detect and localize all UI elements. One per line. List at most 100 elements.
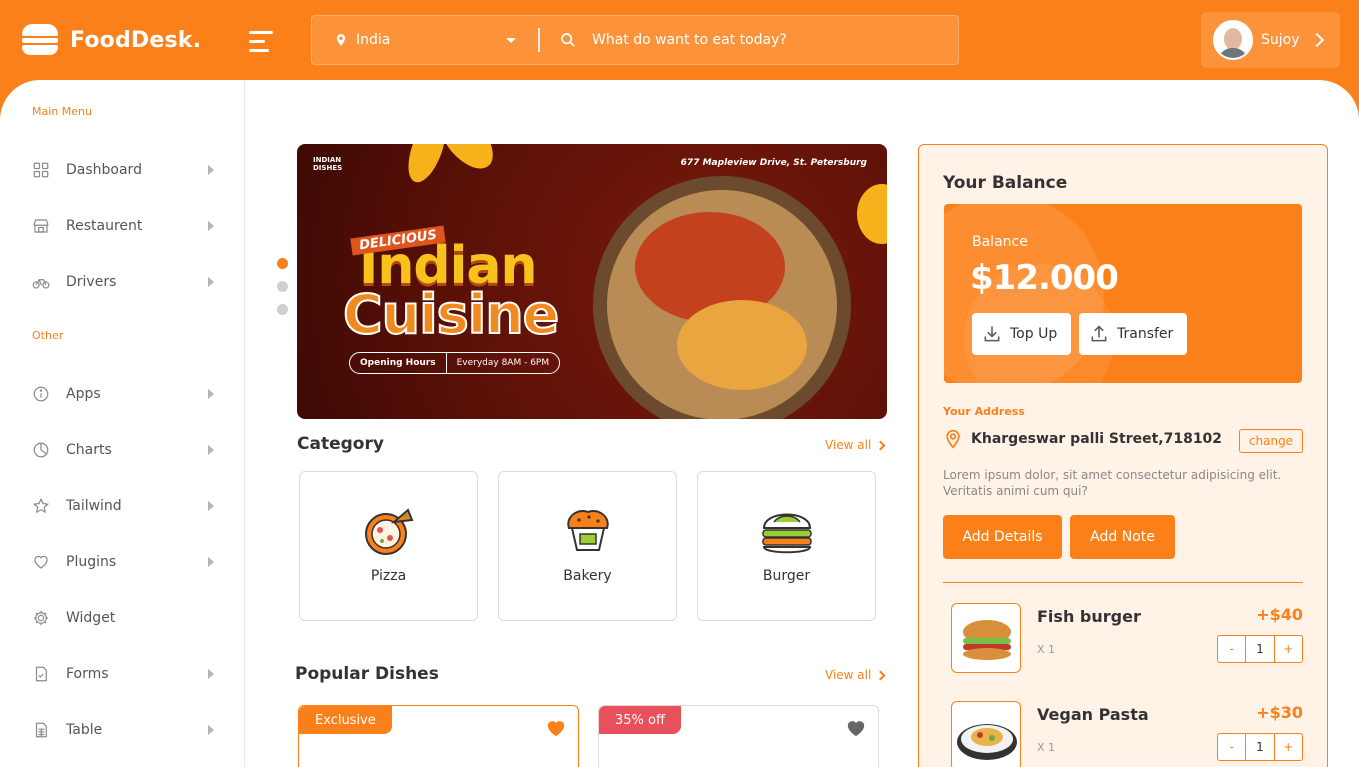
popular-view-all-link[interactable]: View all [825, 668, 886, 682]
sidebar-item-label: Dashboard [66, 162, 142, 178]
location-pin-icon [336, 34, 346, 46]
caret-right-icon [208, 669, 214, 679]
caret-right-icon [208, 389, 214, 399]
sidebar-item-apps[interactable]: Apps [32, 379, 222, 409]
balance-card: Balance $12.000 Top Up Transfer [944, 204, 1302, 383]
banner-hours: Opening Hours Everyday 8AM - 6PM [349, 352, 561, 374]
sidebar-item-label: Forms [66, 666, 109, 682]
category-card-burger[interactable]: Burger [697, 471, 876, 621]
brand-logo[interactable]: FoodDesk. [22, 24, 201, 56]
top-header: FoodDesk. India Sujoy [0, 0, 1359, 84]
order-item: Vegan Pasta X 1 +$30 - 1 + [951, 701, 1303, 767]
quantity-value[interactable]: 1 [1245, 734, 1275, 760]
store-icon [33, 219, 49, 233]
sidebar-item-tailwind[interactable]: Tailwind [32, 491, 222, 521]
avatar [1213, 20, 1253, 60]
order-price: +$40 [1256, 605, 1303, 624]
user-name: Sujoy [1261, 32, 1300, 48]
category-card-pizza[interactable]: Pizza [299, 471, 478, 621]
sun-decoration [857, 184, 887, 244]
category-view-all-link[interactable]: View all [825, 438, 886, 452]
balance-panel: Your Balance Balance $12.000 Top Up Tran… [918, 144, 1328, 767]
carousel-dot[interactable] [277, 281, 288, 292]
heart-filled-icon[interactable] [546, 719, 566, 737]
category-name: Bakery [563, 568, 612, 584]
category-card-bakery[interactable]: Bakery [498, 471, 677, 621]
gear-icon [33, 610, 49, 626]
search-input[interactable] [592, 32, 932, 48]
top-up-button[interactable]: Top Up [972, 313, 1072, 355]
exclusive-badge: Exclusive [299, 706, 392, 734]
banner-brand: INDIAN DISHES [313, 156, 342, 172]
dish-card[interactable]: Exclusive [298, 705, 579, 767]
sidebar-item-dashboard[interactable]: Dashboard [32, 155, 222, 185]
sidebar-item-forms[interactable]: Forms [32, 659, 222, 689]
sidebar-item-restaurent[interactable]: Restaurent [32, 211, 222, 241]
quantity-stepper: - 1 + [1217, 733, 1303, 761]
grid-icon [33, 162, 49, 178]
caret-right-icon [208, 725, 214, 735]
sidebar-item-label: Apps [66, 386, 101, 402]
hours-value: Everyday 8AM - 6PM [456, 358, 550, 368]
view-all-label: View all [825, 668, 872, 682]
brand-name: FoodDesk. [70, 27, 202, 53]
fish-burger-image [951, 603, 1021, 673]
vegan-pasta-image [951, 701, 1021, 767]
info-icon [33, 386, 49, 402]
form-icon [35, 666, 47, 682]
chevron-right-icon [875, 670, 886, 680]
search-icon [561, 33, 575, 47]
heart-icon[interactable] [846, 719, 866, 737]
pizza-icon [365, 508, 414, 555]
sidebar-item-charts[interactable]: Charts [32, 435, 222, 465]
chevron-right-icon [875, 440, 886, 450]
category-name: Pizza [370, 568, 407, 584]
add-note-button[interactable]: Add Note [1070, 515, 1175, 559]
bicycle-icon [32, 279, 50, 289]
sidebar-item-label: Plugins [66, 554, 117, 570]
discount-badge: 35% off [599, 706, 681, 734]
sidebar-item-widget[interactable]: Widget [32, 603, 222, 633]
location-pin-icon [946, 429, 960, 449]
order-name: Fish burger [1037, 607, 1141, 626]
address-row: Khargeswar palli Street,718102 [943, 429, 1222, 449]
sidebar-item-table[interactable]: Table [32, 715, 222, 745]
decrement-button[interactable]: - [1218, 636, 1245, 662]
divider [943, 582, 1303, 583]
sidebar-item-plugins[interactable]: Plugins [32, 547, 222, 577]
sidebar-item-label: Widget [66, 610, 116, 626]
caret-right-icon [208, 501, 214, 511]
menu-toggle-icon[interactable] [249, 31, 273, 53]
heart-icon [34, 555, 48, 569]
caret-right-icon [208, 277, 214, 287]
transfer-button[interactable]: Transfer [1079, 313, 1188, 355]
address-description: Lorem ipsum dolor, sit amet consectetur … [943, 468, 1282, 498]
carousel-dot[interactable] [277, 258, 288, 269]
carousel-dots [277, 258, 288, 327]
decrement-button[interactable]: - [1218, 734, 1245, 760]
increment-button[interactable]: + [1275, 636, 1302, 662]
sidebar-item-drivers[interactable]: Drivers [32, 267, 222, 297]
change-address-button[interactable]: change [1239, 429, 1303, 453]
promo-banner[interactable]: INDIAN DISHES 677 Mapleview Drive, St. P… [297, 144, 887, 419]
add-details-button[interactable]: Add Details [943, 515, 1062, 559]
dish-card[interactable]: 35% off [598, 705, 879, 767]
star-icon [32, 497, 50, 514]
order-qty: X 1 [1037, 741, 1056, 754]
increment-button[interactable]: + [1275, 734, 1302, 760]
chevron-right-icon [1309, 32, 1324, 48]
main-menu-label: Main Menu [32, 105, 92, 118]
carousel-dot[interactable] [277, 304, 288, 315]
quantity-stepper: - 1 + [1217, 635, 1303, 663]
chevron-down-icon [506, 38, 516, 43]
table-icon [35, 722, 47, 738]
quantity-value[interactable]: 1 [1245, 636, 1275, 662]
location-select[interactable]: India [312, 16, 538, 64]
caret-right-icon [208, 445, 214, 455]
balance-label: Balance [972, 234, 1028, 250]
download-icon [984, 326, 1000, 342]
caret-right-icon [208, 221, 214, 231]
user-menu[interactable]: Sujoy [1201, 12, 1340, 68]
location-value: India [356, 32, 391, 48]
sidebar-item-label: Restaurent [66, 218, 143, 234]
